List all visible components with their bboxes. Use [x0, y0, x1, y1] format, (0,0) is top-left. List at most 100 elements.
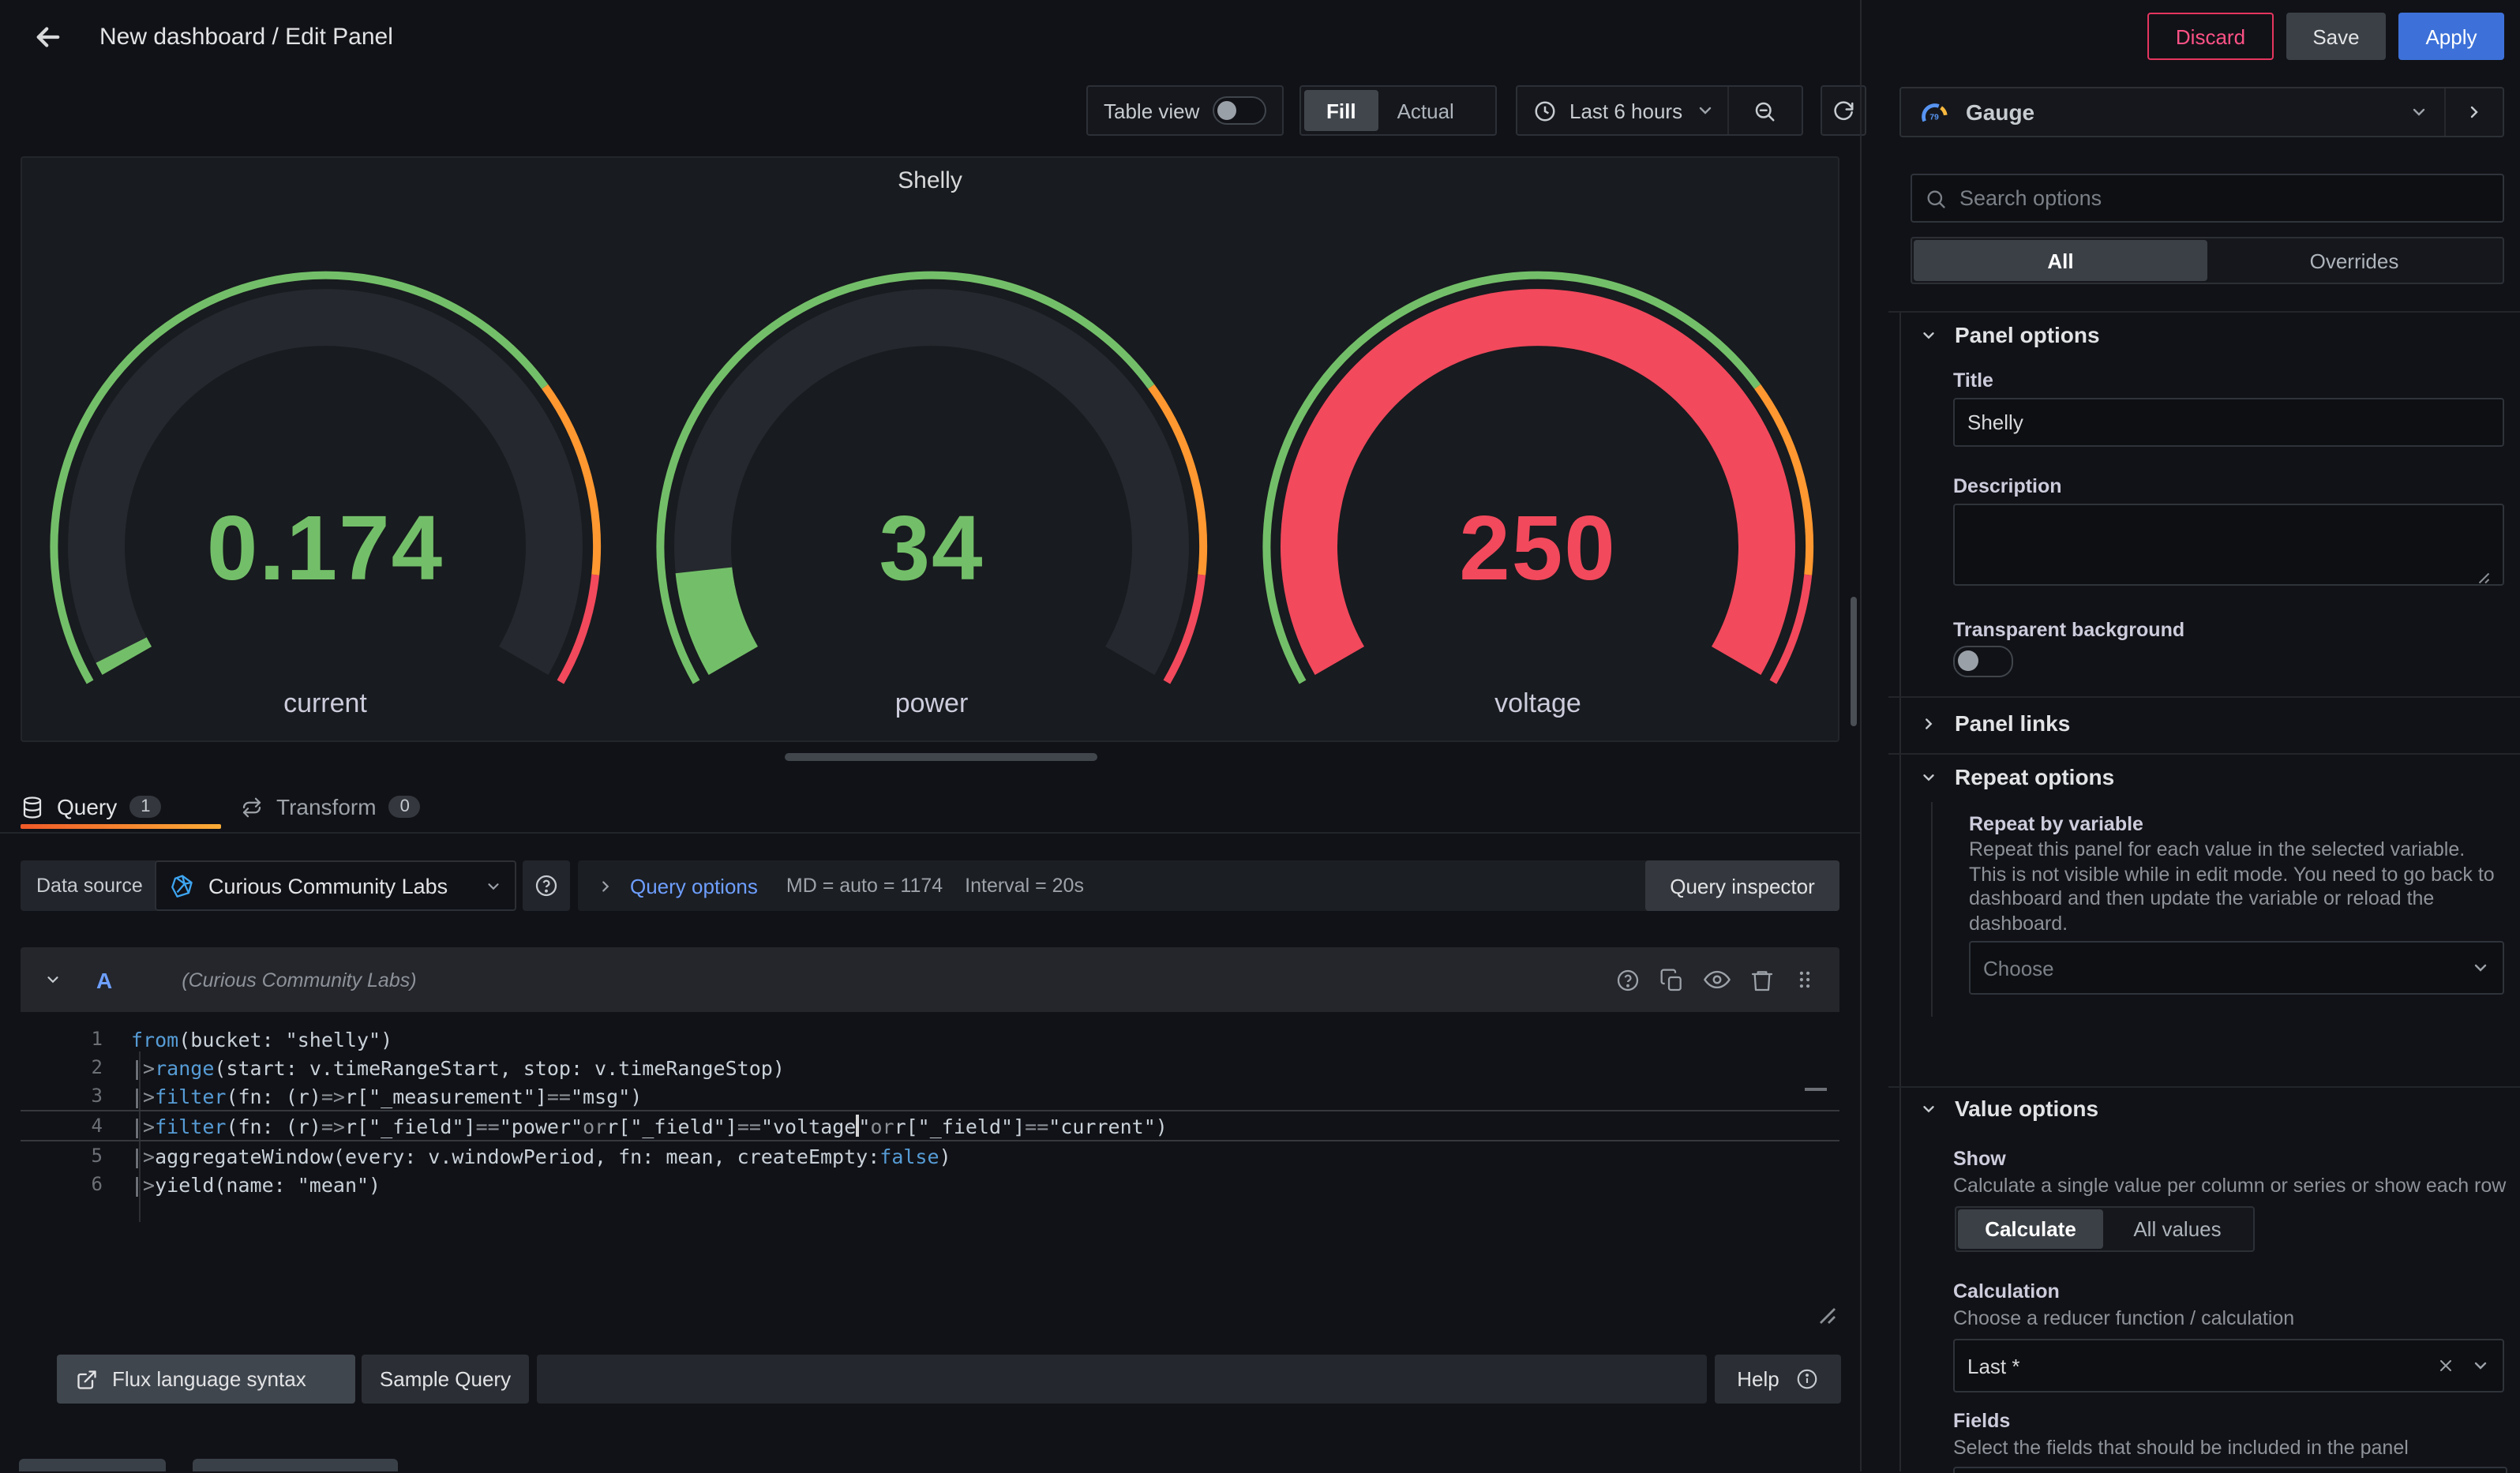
calculate-option[interactable]: Calculate	[1958, 1209, 2103, 1249]
textarea-resize-corner	[2476, 570, 2490, 584]
repeat-by-variable-label: Repeat by variable	[1969, 813, 2143, 835]
transform-icon	[240, 795, 264, 819]
query-letter: A	[96, 967, 112, 992]
table-view-toggle[interactable]	[1213, 96, 1266, 125]
repeat-variable-value: Choose	[1983, 956, 2054, 980]
fill-actual-switch: Fill Actual	[1299, 85, 1497, 136]
external-link-icon	[76, 1368, 98, 1390]
grafana-edit-panel: New dashboard / Edit Panel Discard Save …	[0, 0, 2520, 1471]
query-options-link[interactable]: Query options	[630, 874, 758, 898]
gauge-label: current	[9, 688, 641, 720]
fields-desc: Select the fields that should be include…	[1953, 1437, 2509, 1461]
chevron-down-icon[interactable]	[44, 971, 62, 988]
chevron-down-icon	[1920, 1100, 1937, 1117]
search-options-input[interactable]: Search options	[1911, 174, 2504, 223]
sidebar-guide-line	[1899, 311, 1901, 1471]
flux-syntax-label: Flux language syntax	[112, 1367, 306, 1391]
code-line[interactable]: 5 |> aggregateWindow(every: v.windowPeri…	[21, 1141, 1839, 1170]
panel-resize-handle[interactable]	[785, 753, 1097, 761]
tab-query[interactable]: Query 1	[21, 786, 162, 827]
divider	[2444, 88, 2446, 136]
divider	[1888, 1086, 2520, 1088]
chevron-right-icon[interactable]	[597, 877, 614, 894]
code-line[interactable]: 4 |> filter(fn: (r) => r["_field"] == "p…	[21, 1110, 1839, 1141]
query-options-md: MD = auto = 1174	[786, 875, 943, 897]
tab-transform[interactable]: Transform 0	[240, 786, 421, 827]
zoom-out-button[interactable]	[1728, 99, 1802, 122]
toggle-visibility-button[interactable]	[1704, 966, 1731, 993]
options-sidebar: 79 Gauge Search options All Overrides Pa…	[1862, 0, 2520, 1471]
magnifier-minus-icon	[1753, 99, 1777, 122]
panel-options-title: Panel options	[1955, 322, 2100, 347]
repeat-options-title: Repeat options	[1955, 764, 2114, 789]
duplicate-query-button[interactable]	[1659, 967, 1685, 992]
panel-links-header[interactable]: Panel links	[1920, 710, 2070, 736]
editor-resize-corner[interactable]	[1817, 1306, 1836, 1325]
tab-overrides[interactable]: Overrides	[2207, 240, 2501, 281]
scrollbar-thumb[interactable]	[1851, 597, 1857, 726]
code-line[interactable]: 2 |> range(start: v.timeRangeStart, stop…	[21, 1053, 1839, 1081]
data-source-help-button[interactable]	[523, 860, 570, 911]
flux-syntax-button[interactable]: Flux language syntax	[57, 1355, 355, 1404]
divider	[0, 832, 1860, 834]
panel-options-header[interactable]: Panel options	[1920, 322, 2100, 347]
repeat-variable-select[interactable]: Choose	[1969, 941, 2504, 995]
table-view-label: Table view	[1104, 99, 1199, 122]
copy-icon	[1659, 967, 1685, 992]
collapse-pane-chevron-icon[interactable]	[2465, 103, 2484, 122]
help-button[interactable]: Help	[1715, 1355, 1841, 1404]
delete-query-button[interactable]	[1749, 967, 1775, 992]
gauge-panel[interactable]: Shelly 0.174 current 34 power	[21, 156, 1839, 742]
time-range-label[interactable]: Last 6 hours	[1569, 99, 1682, 122]
repeat-options-header[interactable]: Repeat options	[1920, 764, 2114, 789]
code-line[interactable]: 3 |> filter(fn: (r) => r["_measurement"]…	[21, 1081, 1839, 1110]
visualization-picker[interactable]: 79 Gauge	[1899, 87, 2504, 137]
tab-all[interactable]: All	[1914, 240, 2207, 281]
value-options-header[interactable]: Value options	[1920, 1096, 2098, 1121]
transparent-background-toggle[interactable]	[1953, 646, 2013, 677]
all-values-option[interactable]: All values	[2103, 1209, 2252, 1249]
data-source-name: Curious Community Labs	[208, 874, 448, 898]
fields-select-partial[interactable]	[1953, 1467, 2507, 1473]
actual-option[interactable]: Actual	[1378, 90, 1473, 131]
clear-x-icon[interactable]	[2436, 1356, 2455, 1375]
show-label: Show	[1953, 1148, 2006, 1170]
query-help-button[interactable]	[1615, 967, 1641, 992]
add-query-button-partial[interactable]	[19, 1459, 166, 1471]
add-expression-button-partial[interactable]	[193, 1459, 398, 1471]
gauge-value: 34	[616, 496, 1247, 602]
calculation-select[interactable]: Last *	[1953, 1339, 2504, 1392]
arrow-left-icon	[32, 21, 65, 54]
repeat-by-variable-desc: Repeat this panel for each value in the …	[1969, 838, 2499, 936]
chevron-down-icon[interactable]	[1682, 101, 1727, 120]
database-icon	[21, 795, 44, 819]
fill-option[interactable]: Fill	[1304, 90, 1378, 131]
code-line[interactable]: 1from(bucket: "shelly")	[21, 1025, 1839, 1053]
back-button[interactable]	[32, 21, 65, 54]
code-line[interactable]: 6 |> yield(name: "mean")	[21, 1170, 1839, 1198]
grip-dots-icon	[1794, 966, 1816, 993]
description-textarea[interactable]	[1953, 504, 2504, 586]
show-mode-switch: Calculate All values	[1955, 1206, 2255, 1252]
refresh-icon	[1832, 99, 1855, 122]
query-inspector-button[interactable]: Query inspector	[1645, 860, 1839, 911]
eye-icon	[1704, 966, 1731, 993]
sample-query-button[interactable]: Sample Query	[362, 1355, 529, 1404]
overview-ruler-cursor-mark	[1805, 1088, 1827, 1091]
divider	[1888, 311, 2520, 313]
panel-header-title[interactable]: Shelly	[22, 167, 1838, 194]
panel-title-input[interactable]: Shelly	[1953, 398, 2504, 447]
chevron-down-icon	[2409, 103, 2428, 122]
drag-query-handle[interactable]	[1794, 966, 1816, 993]
tab-transform-count: 0	[389, 796, 421, 818]
calculation-value: Last *	[1967, 1354, 2020, 1377]
influxdb-icon	[169, 872, 196, 899]
value-options-title: Value options	[1955, 1096, 2098, 1121]
tab-query-label: Query	[57, 794, 117, 819]
query-row-header[interactable]: A (Curious Community Labs)	[21, 947, 1839, 1012]
svg-text:79: 79	[1929, 113, 1939, 122]
gauge-track	[96, 317, 554, 661]
data-source-picker[interactable]: Curious Community Labs	[155, 860, 516, 911]
flux-code-editor[interactable]: 1from(bucket: "shelly")2 |> range(start:…	[21, 1012, 1839, 1334]
options-tabs: All Overrides	[1911, 237, 2504, 284]
